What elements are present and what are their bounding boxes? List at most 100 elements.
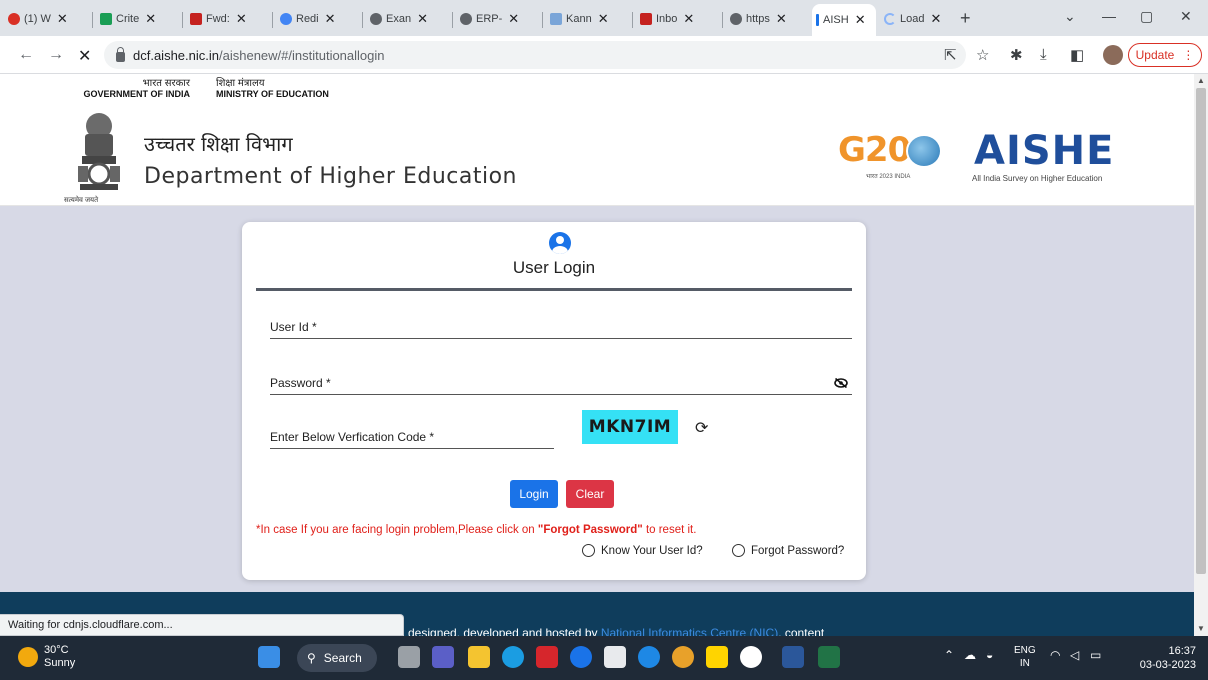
minimize-icon[interactable]: — [1102,8,1116,24]
start-icon[interactable] [258,646,280,668]
forgot-password-option[interactable]: Forgot Password? [732,544,844,557]
tray-app-icon[interactable]: ◒ [986,648,993,662]
tab-active-aishe[interactable]: AISH ✕ [812,4,876,36]
tab-search-icon[interactable]: ⌄ [1064,8,1076,25]
url-bar[interactable]: dcf.aishe.nic.in/aishenew/#/institutiona… [104,41,966,69]
clear-button[interactable]: Clear [566,480,614,508]
password-input[interactable] [270,394,852,395]
weather-widget[interactable]: 30°C Sunny [18,644,75,670]
g20-logo: G20 [838,130,911,170]
verification-code-label: Enter Below Verfication Code * [270,430,435,444]
teams-icon[interactable] [432,646,454,668]
g20-caption: भारत 2023 INDIA [866,174,911,180]
side-panel-icon[interactable]: ◧ [1070,46,1084,64]
onedrive-icon[interactable]: ☁ [964,648,976,662]
store-icon[interactable] [604,646,626,668]
back-icon[interactable]: ← [18,46,34,64]
sticky-notes-icon[interactable] [706,646,728,668]
tab-title: Load [900,13,925,25]
close-icon[interactable]: ✕ [417,11,428,27]
share-icon[interactable]: ⇱ [944,46,957,64]
tab-3[interactable]: Fwd: ✕ [186,6,268,32]
temperature: 30°C [44,644,69,656]
tab-8[interactable]: Inbo ✕ [636,6,718,32]
tab-title: Crite [116,13,140,25]
excel-icon[interactable] [818,646,840,668]
file-explorer-icon[interactable] [468,646,490,668]
tab-title: https [746,13,770,25]
scroll-down-icon[interactable]: ▼ [1197,624,1205,633]
government-strip: भारत सरकार GOVERNMENT OF INDIA शिक्षा मं… [0,74,1194,106]
close-icon[interactable]: ✕ [236,11,247,27]
stop-loading-icon[interactable]: ✕ [78,46,91,66]
close-icon[interactable]: ✕ [683,11,694,27]
mcafee-icon[interactable] [536,646,558,668]
user-id-input[interactable] [270,338,852,339]
tab-5[interactable]: Exan ✕ [366,6,448,32]
refresh-captcha-icon[interactable]: ⟳ [695,418,708,438]
taskbar-search[interactable]: ⚲ Search [297,644,377,672]
verification-code-input[interactable] [270,448,554,449]
page-scrollbar[interactable]: ▲ ▼ [1194,74,1208,636]
tab-title: ERP- [476,13,503,25]
page-content: भारत सरकार GOVERNMENT OF INDIA शिक्षा मं… [0,74,1194,636]
help-icon[interactable] [570,646,592,668]
task-view-icon[interactable] [398,646,420,668]
close-icon[interactable]: ✕ [930,11,941,27]
profile-avatar[interactable] [1103,45,1123,65]
maximize-icon[interactable]: ▢ [1140,8,1153,25]
close-icon[interactable]: ✕ [598,11,609,27]
extensions-icon[interactable]: ✱ [1010,46,1023,64]
tab-4[interactable]: Redi ✕ [276,6,358,32]
lock-icon[interactable] [116,47,125,62]
login-title: User Login [512,258,596,277]
close-icon[interactable]: ✕ [57,11,68,27]
close-icon[interactable]: ✕ [325,11,336,27]
footer-text: designed, developed and hosted by Nation… [408,626,824,636]
gov-hindi: भारत सरकार [142,78,190,89]
radio-button[interactable] [582,544,595,557]
download-icon[interactable]: ⤓ [1040,46,1047,63]
bookmark-star-icon[interactable]: ☆ [976,46,989,64]
tray-expand-icon[interactable]: ⌃ [944,648,954,662]
tab-6[interactable]: ERP- ✕ [456,6,538,32]
battery-icon[interactable]: ▭ [1090,648,1101,662]
scroll-up-icon[interactable]: ▲ [1197,76,1205,85]
language-indicator[interactable]: ENG IN [1014,644,1036,670]
radio-button[interactable] [732,544,745,557]
windows-taskbar: 30°C Sunny ⚲ Search ⌃ ☁ ◒ ENG IN ◠ ◁ ▭ 16:3… [0,636,1208,680]
forward-icon[interactable]: → [48,46,64,64]
app-icon[interactable] [638,646,660,668]
system-clock[interactable]: 16:37 03-03-2023 [1130,644,1196,672]
close-icon[interactable]: ✕ [508,11,519,27]
globe-icon [370,13,382,25]
tab-title: Fwd: [206,13,230,25]
nic-link[interactable]: National Informatics Centre (NIC) [601,626,778,636]
app-icon-2[interactable] [740,646,762,668]
tab-1[interactable]: (1) W ✕ [4,6,86,32]
aishe-logo: AISHE [974,128,1115,174]
tab-9[interactable]: https ✕ [726,6,808,32]
close-icon[interactable]: ✕ [145,11,156,27]
window-close-icon[interactable]: ✕ [1180,8,1192,25]
browser-status-bubble: Waiting for cdnjs.cloudflare.com... [0,614,404,636]
login-button[interactable]: Login [510,480,558,508]
tab-11[interactable]: Load ✕ [880,6,956,32]
know-user-id-option[interactable]: Know Your User Id? [582,544,703,557]
scrollbar-thumb[interactable] [1196,88,1206,574]
wifi-icon[interactable]: ◠ [1050,648,1060,662]
word-icon[interactable] [782,646,804,668]
eye-slash-icon[interactable] [834,378,848,388]
screen: (1) W ✕ Crite ✕ Fwd: ✕ Redi ✕ Exan ✕ ERP- ✕ Ka… [0,0,1208,680]
volume-icon[interactable]: ◁ [1070,648,1079,662]
close-icon[interactable]: ✕ [776,11,787,27]
close-icon[interactable]: ✕ [855,12,866,28]
captcha-image: MKN7IM [582,410,678,444]
tab-7[interactable]: Kann ✕ [546,6,628,32]
edge-icon[interactable] [502,646,524,668]
tab-2[interactable]: Crite ✕ [96,6,178,32]
chrome-icon[interactable] [672,646,694,668]
update-button[interactable]: Update ⋮ [1128,43,1202,67]
new-tab-button[interactable]: + [960,8,971,29]
login-help-text: *In case If you are facing login problem… [256,524,696,536]
